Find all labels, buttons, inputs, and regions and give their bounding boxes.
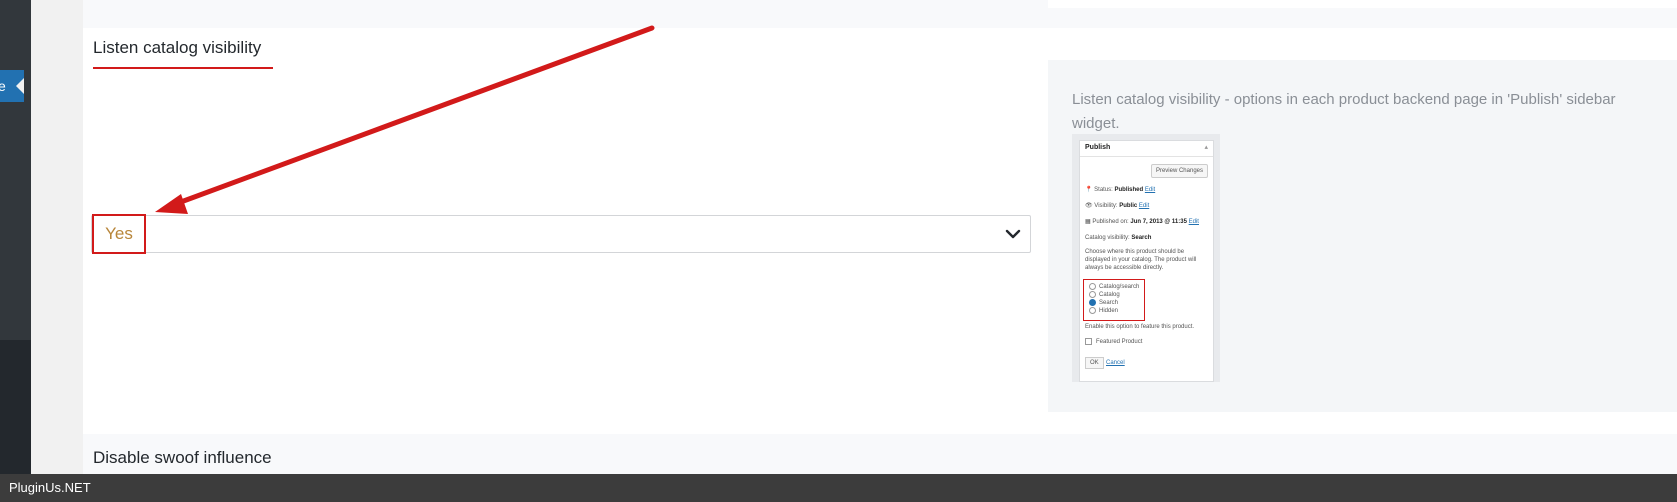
option-label: Hidden xyxy=(1099,308,1119,315)
status-line: 📍 Status: Published Edit xyxy=(1085,186,1155,194)
active-indicator-notch xyxy=(16,78,24,94)
published-label: Published on: xyxy=(1092,219,1129,225)
publish-widget-header: Publish ▴ xyxy=(1080,141,1213,157)
previous-option-row xyxy=(83,0,1677,28)
status-value: Published xyxy=(1114,187,1144,193)
featured-product-label: Featured Product xyxy=(1096,339,1143,346)
catalog-visibility-value: Search xyxy=(1131,235,1152,241)
catalog-visibility-line: Catalog visibility: Search xyxy=(1085,234,1151,242)
option-hidden: Hidden xyxy=(1089,307,1118,315)
help-description: Listen catalog visibility - options in e… xyxy=(1072,91,1616,132)
option-catalog-search: Catalog/search xyxy=(1089,283,1139,291)
published-edit-link: Edit xyxy=(1188,219,1199,225)
chevron-down-icon xyxy=(1005,229,1021,239)
visibility-edit-link: Edit xyxy=(1138,203,1150,209)
pin-icon: 📍 xyxy=(1085,187,1093,193)
published-value: Jun 7, 2013 @ 11:35 xyxy=(1130,219,1187,225)
option-label: Search xyxy=(1099,300,1119,307)
visibility-line: 👁 Visibility: Public Edit xyxy=(1085,202,1149,210)
catalog-visibility-description: Choose where this product should be disp… xyxy=(1085,249,1197,271)
publish-widget-title: Publish xyxy=(1085,144,1111,151)
visibility-value: Public xyxy=(1119,203,1138,209)
cancel-link: Cancel xyxy=(1106,360,1125,366)
featured-product-line: Featured Product xyxy=(1085,338,1142,346)
next-option-heading: Disable swoof influence xyxy=(93,448,272,467)
radio-icon xyxy=(1089,291,1096,298)
option-label: Catalog/search xyxy=(1099,284,1140,291)
option-help-panel: Listen catalog visibility - options in e… xyxy=(1048,60,1677,412)
catalog-visibility-label: Catalog visibility: xyxy=(1085,235,1130,241)
option-heading: Listen catalog visibility xyxy=(93,38,273,69)
radio-selected-icon xyxy=(1089,299,1096,306)
next-option-row: Disable swoof influence xyxy=(83,434,1677,474)
collapse-caret-icon: ▴ xyxy=(1204,144,1208,151)
checkbox-icon xyxy=(1085,338,1092,345)
admin-submenu xyxy=(0,0,31,340)
calendar-icon: ▦ xyxy=(1085,219,1091,225)
radio-icon xyxy=(1089,283,1096,290)
selected-value: Yes xyxy=(92,214,146,254)
published-line: ▦ Published on: Jun 7, 2013 @ 11:35 Edit xyxy=(1085,218,1199,226)
preview-changes-button: Preview Changes xyxy=(1150,164,1208,178)
status-edit-link: Edit xyxy=(1144,187,1156,193)
option-search: Search xyxy=(1089,299,1118,307)
sidebar-active-item[interactable]: e xyxy=(0,70,24,102)
catalog-visibility-select[interactable]: Yes xyxy=(91,214,1031,254)
publish-widget-screenshot: Publish ▴ Preview Changes 📍 Status: Publ… xyxy=(1072,134,1220,382)
status-label: Status: xyxy=(1094,187,1113,193)
eye-icon: 👁 xyxy=(1085,203,1093,209)
sidebar-active-item-label: e xyxy=(0,78,6,94)
option-label: Catalog xyxy=(1099,292,1120,299)
option-catalog: Catalog xyxy=(1089,291,1120,299)
footer-brand: PluginUs.NET xyxy=(9,480,91,495)
content-gutter xyxy=(31,0,83,474)
ok-button: OK xyxy=(1085,357,1104,369)
visibility-label: Visibility: xyxy=(1094,203,1118,209)
admin-sidebar: e xyxy=(0,0,31,474)
previous-option-help-panel xyxy=(1048,0,1677,8)
watermark-footer: PluginUs.NET xyxy=(0,474,1677,502)
radio-icon xyxy=(1089,307,1096,314)
feature-hint: Enable this option to feature this produ… xyxy=(1085,324,1195,330)
publish-widget-card: Publish ▴ Preview Changes 📍 Status: Publ… xyxy=(1079,140,1214,382)
visibility-options-highlight: Catalog/search Catalog Search Hidden xyxy=(1083,279,1145,321)
